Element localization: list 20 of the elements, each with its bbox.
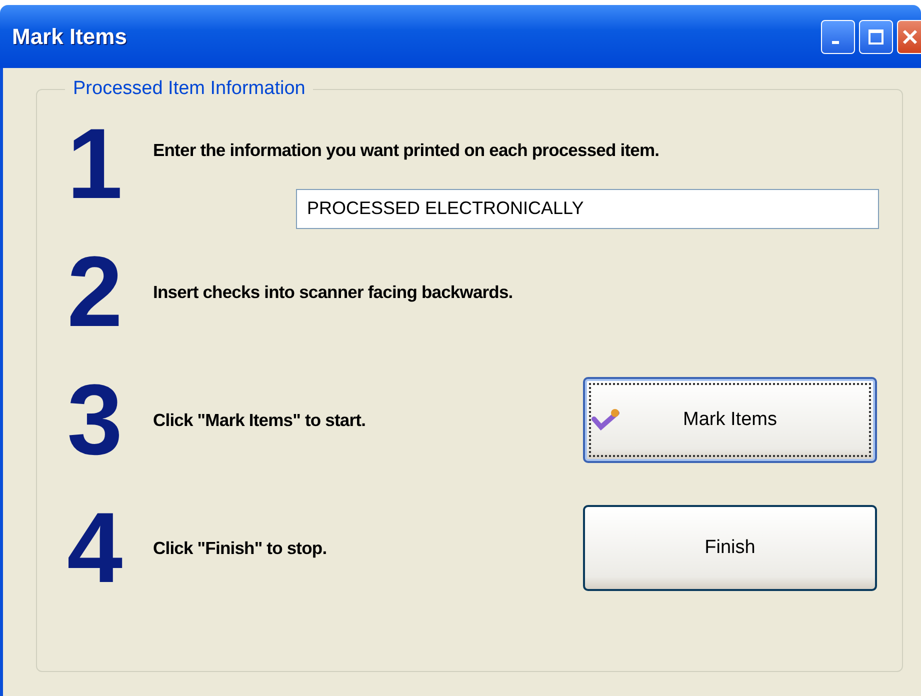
- step-number: 4: [67, 498, 124, 598]
- maximize-button[interactable]: [859, 20, 893, 54]
- step-instruction: Click "Finish" to stop.: [153, 538, 328, 558]
- action-button[interactable]: Finish: [583, 505, 877, 591]
- step-instruction: Enter the information you want printed on each processed item.: [153, 140, 660, 160]
- minimize-icon: [832, 41, 839, 44]
- step-number: 3: [67, 370, 124, 470]
- step-number: 2: [67, 242, 124, 342]
- step-instruction: Click "Mark Items" to start.: [153, 410, 367, 430]
- close-icon: [902, 28, 918, 44]
- group-legend: Processed Item Information: [65, 78, 314, 100]
- text-input-field[interactable]: PROCESSED ELECTRONICALLY: [296, 188, 879, 228]
- minimize-button[interactable]: [821, 20, 855, 54]
- maximize-icon: [868, 28, 884, 44]
- checkmark-icon: [591, 407, 621, 433]
- close-button[interactable]: [897, 20, 921, 54]
- action-button[interactable]: Mark Items: [583, 377, 877, 463]
- window-title: Mark Items: [12, 24, 127, 50]
- step-number: 1: [67, 114, 124, 214]
- step-instruction: Insert checks into scanner facing backwards.: [153, 282, 514, 302]
